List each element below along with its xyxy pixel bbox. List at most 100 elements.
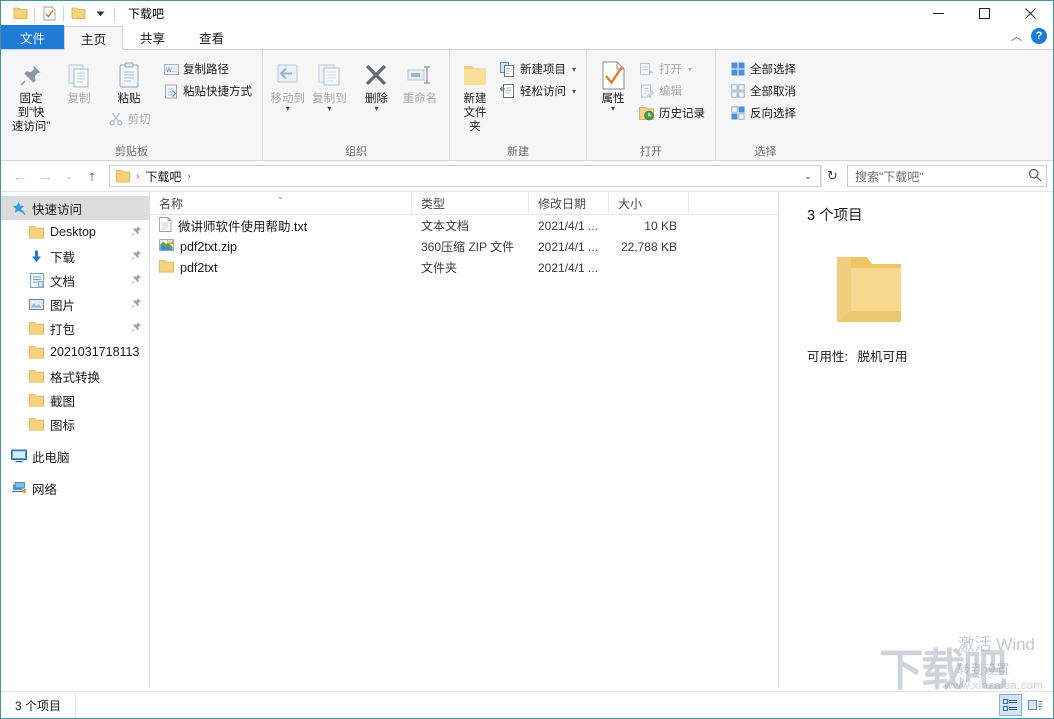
delete-caret-icon[interactable]: ▾	[374, 105, 378, 113]
sidebar-item-pictures[interactable]: 图片	[1, 292, 149, 316]
details-view-icon[interactable]	[999, 694, 1022, 716]
breadcrumb-bar[interactable]: › 下载吧 › ⌄	[109, 165, 821, 187]
paste-shortcut-button[interactable]: 粘贴快捷方式	[159, 80, 256, 102]
select-all-button[interactable]: 全部选择	[726, 58, 800, 80]
tab-home[interactable]: 主页	[64, 26, 124, 50]
quick-access-toolbar	[9, 3, 118, 25]
tab-share[interactable]: 共享	[123, 25, 182, 49]
qat-new-folder-icon[interactable]	[67, 3, 89, 25]
qat-properties-icon[interactable]	[38, 3, 60, 25]
copy-path-button[interactable]: W... 复制路径	[159, 58, 256, 80]
properties-icon	[601, 58, 626, 92]
edit-button[interactable]: 编辑	[635, 80, 709, 102]
pin-icon[interactable]	[131, 273, 142, 287]
history-button[interactable]: 历史记录	[635, 102, 709, 124]
sidebar-item-quick-access[interactable]: 快速访问	[1, 196, 149, 220]
sidebar-label-folder-2021031718113: 2021031718113	[50, 345, 140, 359]
qat-separator-1	[34, 6, 35, 21]
sidebar-item-documents[interactable]: 文档	[1, 268, 149, 292]
ribbon-group-select: 全部选择 全部取消 反向选择 选择	[715, 50, 815, 161]
breadcrumb-dropdown-icon[interactable]: ⌄	[798, 166, 818, 186]
tab-view[interactable]: 查看	[182, 25, 241, 49]
new-item-button[interactable]: 新建项目 ▾	[496, 58, 580, 80]
pin-to-quick-access-button[interactable]: 固定到“快 速访问”	[7, 54, 55, 134]
column-header-modified[interactable]: 修改日期	[529, 192, 609, 215]
status-item-count: 3 个项目	[15, 698, 62, 713]
qat-folder-icon[interactable]	[9, 3, 31, 25]
tab-file[interactable]: 文件	[1, 25, 65, 49]
sidebar-item-icons[interactable]: 图标	[1, 412, 149, 436]
cell-name[interactable]: pdf2txt.zip	[150, 236, 412, 257]
breadcrumb-separator-1[interactable]: ›	[185, 171, 192, 182]
sidebar-item-folder-2021031718113[interactable]: 2021031718113	[1, 340, 149, 364]
column-header-type[interactable]: 类型	[412, 192, 529, 215]
sort-ascending-icon: ⌄	[276, 191, 285, 201]
delete-button[interactable]: 删除 ▾	[356, 54, 397, 113]
search-input[interactable]: 搜索"下载吧"	[855, 168, 1028, 185]
sidebar-item-this-pc[interactable]: 此电脑	[1, 444, 149, 468]
paste-label: 粘贴	[117, 93, 141, 105]
search-box[interactable]: 搜索"下载吧"	[847, 165, 1047, 187]
pin-icon[interactable]	[131, 297, 142, 311]
collapse-ribbon-icon[interactable]: ︿	[1011, 28, 1022, 44]
sidebar-label-documents: 文档	[50, 274, 76, 289]
sidebar-item-desktop[interactable]: Desktop	[1, 220, 149, 244]
pin-icon[interactable]	[131, 249, 142, 263]
invert-selection-icon	[730, 105, 746, 121]
folder-icon	[28, 369, 45, 383]
cell-name[interactable]: pdf2txt	[150, 257, 412, 278]
easy-access-caret-icon[interactable]: ▾	[572, 87, 576, 96]
copy-to-button[interactable]: 复制到 ▾	[309, 54, 351, 113]
select-none-button[interactable]: 全部取消	[726, 80, 800, 102]
maximize-button[interactable]	[961, 1, 1007, 26]
refresh-button[interactable]: ↻	[821, 165, 843, 187]
properties-button[interactable]: 属性 ▾	[595, 54, 631, 113]
easy-access-button[interactable]: 轻松访问 ▾	[496, 80, 580, 102]
up-button[interactable]: ↑	[79, 164, 105, 188]
availability-row: 可用性: 脱机可用	[807, 346, 1053, 365]
new-folder-button[interactable]: 新建 文件夹	[458, 54, 492, 134]
star-pin-icon	[10, 201, 27, 216]
cut-button[interactable]: 剪切	[104, 108, 155, 130]
sidebar-item-screenshots[interactable]: 截图	[1, 388, 149, 412]
properties-caret-icon[interactable]: ▾	[611, 105, 615, 113]
cell-modified: 2021/4/1 ...	[538, 239, 599, 254]
copy-button[interactable]: 复制	[55, 54, 103, 106]
breadcrumb-item-0[interactable]: 下载吧	[141, 166, 185, 186]
folder-icon	[28, 345, 45, 359]
breadcrumb-separator-0[interactable]: ›	[134, 171, 141, 182]
close-button[interactable]	[1007, 1, 1053, 26]
forward-button[interactable]: →	[33, 164, 59, 188]
open-caret-icon[interactable]: ▾	[688, 65, 692, 74]
search-icon[interactable]	[1028, 168, 1042, 185]
rename-button[interactable]: 重命名	[397, 54, 443, 106]
monitor-icon	[10, 449, 27, 463]
column-header-name[interactable]: ⌄ 名称	[150, 191, 412, 215]
move-to-button[interactable]: 移动到 ▾	[267, 54, 309, 113]
back-button[interactable]: ←	[7, 164, 33, 188]
paste-button[interactable]: 粘贴	[103, 54, 155, 106]
qat-customize-dropdown-icon[interactable]	[89, 3, 111, 25]
pin-icon[interactable]	[131, 321, 142, 335]
minimize-button[interactable]	[915, 1, 961, 26]
breadcrumb-root-icon[interactable]	[112, 166, 134, 186]
large-icons-view-icon[interactable]	[1024, 694, 1047, 716]
availability-value: 脱机可用	[857, 350, 908, 364]
sidebar-item-downloads[interactable]: 下载	[1, 244, 149, 268]
sidebar-item-network[interactable]: 网络	[1, 476, 149, 500]
column-header-size[interactable]: 大小	[609, 192, 689, 215]
move-to-caret-icon[interactable]: ▾	[286, 105, 290, 113]
table-row[interactable]: pdf2txt.zip 360压缩 ZIP 文件 2021/4/1 ... 22…	[150, 236, 778, 257]
copy-to-caret-icon[interactable]: ▾	[327, 105, 331, 113]
open-button[interactable]: 打开 ▾	[635, 58, 709, 80]
table-row[interactable]: 微讲师软件使用帮助.txt 文本文档 2021/4/1 ... 10 KB	[150, 215, 778, 236]
help-icon[interactable]: ?	[1031, 28, 1047, 44]
sidebar-item-package[interactable]: 打包	[1, 316, 149, 340]
invert-selection-button[interactable]: 反向选择	[726, 102, 800, 124]
pin-icon[interactable]	[131, 225, 142, 239]
recent-locations-button[interactable]: ⌄	[59, 164, 79, 188]
table-row[interactable]: pdf2txt 文件夹 2021/4/1 ...	[150, 257, 778, 278]
sidebar-item-format-convert[interactable]: 格式转换	[1, 364, 149, 388]
cell-name[interactable]: 微讲师软件使用帮助.txt	[150, 215, 412, 236]
new-item-caret-icon[interactable]: ▾	[572, 65, 576, 74]
